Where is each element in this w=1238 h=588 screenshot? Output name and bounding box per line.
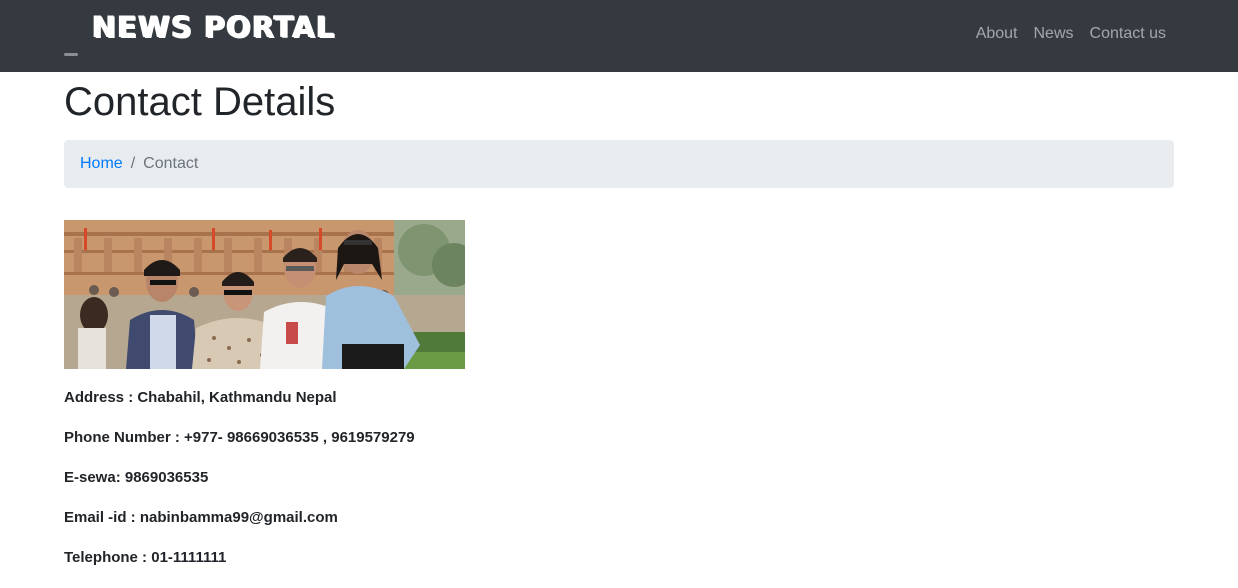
esewa-text: E-sewa: 9869036535	[64, 469, 209, 486]
email-text: Email -id : nabinbamma99@gmail.com	[64, 509, 338, 526]
page-title: Contact Details	[64, 80, 336, 124]
nav-link-contact-us[interactable]: Contact us	[1090, 24, 1166, 44]
address-text: Address : Chabahil, Kathmandu Nepal	[64, 389, 337, 406]
nav-link-news[interactable]: News	[1034, 24, 1074, 44]
group-photo-image	[64, 220, 465, 369]
telephone-text: Telephone : 01-1111111	[64, 549, 227, 566]
breadcrumb-home-link[interactable]: Home	[80, 155, 123, 173]
contact-details: Address : Chabahil, Kathmandu Nepal Phon…	[64, 388, 415, 588]
brand-logo[interactable]: NEWS PORTAL	[92, 10, 335, 44]
breadcrumb-current: Contact	[143, 155, 199, 172]
nav-links: About News Contact us	[976, 24, 1166, 44]
breadcrumb-separator: /	[130, 155, 136, 172]
phone-text: Phone Number : +977- 98669036535 , 96195…	[64, 429, 415, 446]
navbar: NEWS PORTAL About News Contact us	[0, 0, 1238, 72]
brand-underline	[64, 53, 78, 56]
breadcrumb: Home / Contact	[64, 140, 1174, 188]
nav-link-about[interactable]: About	[976, 24, 1018, 44]
